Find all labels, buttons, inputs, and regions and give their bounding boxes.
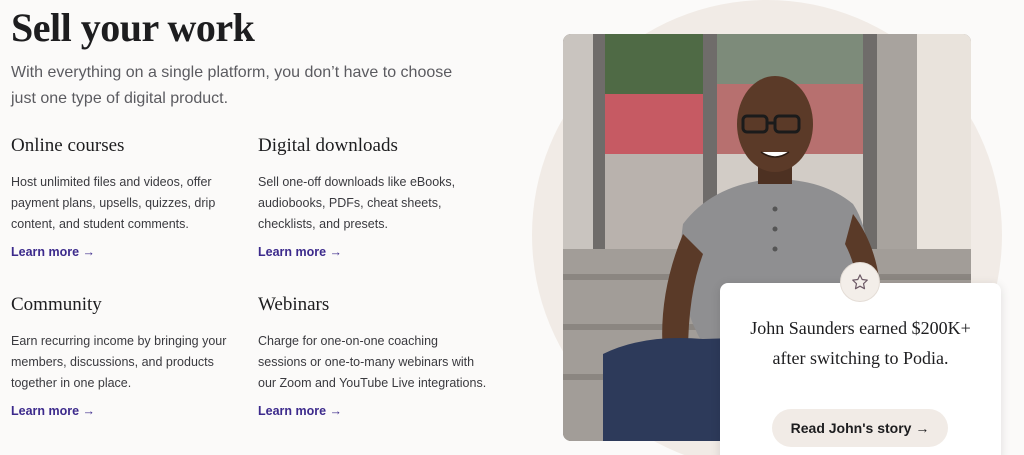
learn-more-digital-downloads-link[interactable]: Learn more → [258,245,342,259]
learn-more-online-courses-link[interactable]: Learn more → [11,245,95,259]
feature-online-courses: Online courses Host unlimited files and … [11,135,241,261]
feature-title: Webinars [258,294,330,315]
feature-description: Sell one-off downloads like eBooks, audi… [258,175,456,231]
feature-title: Community [11,294,102,315]
sell-your-work-section: Sell your work With everything on a sing… [0,0,1024,455]
read-story-button[interactable]: Read John's story → [772,409,948,447]
learn-more-webinars-link[interactable]: Learn more → [258,404,342,418]
feature-digital-downloads: Digital downloads Sell one-off downloads… [258,135,488,261]
star-icon [852,274,868,290]
feature-webinars: Webinars Charge for one-on-one coaching … [258,294,488,420]
section-subtitle: With everything on a single platform, yo… [11,64,453,107]
feature-description: Earn recurring income by bringing your m… [11,334,227,390]
feature-title: Digital downloads [258,135,398,156]
section-title: Sell your work [11,5,255,50]
feature-description: Charge for one-on-one coaching sessions … [258,334,487,390]
feature-community: Community Earn recurring income by bring… [11,294,241,420]
star-badge [840,262,880,302]
learn-more-community-link[interactable]: Learn more → [11,404,95,418]
testimonial-quote: John Saunders earned $200K+ after switch… [750,318,971,368]
feature-description: Host unlimited files and videos, offer p… [11,175,216,231]
testimonial-card: John Saunders earned $200K+ after switch… [720,283,1001,455]
feature-title: Online courses [11,135,125,156]
